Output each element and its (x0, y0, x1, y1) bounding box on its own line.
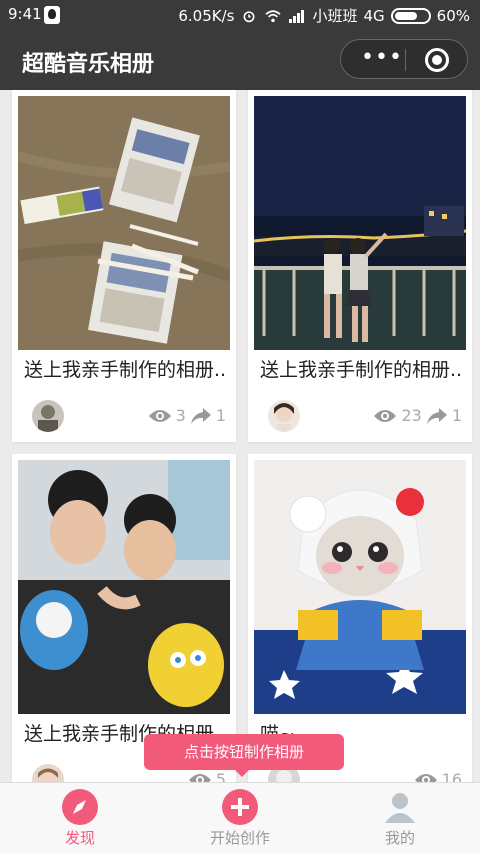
album-card[interactable]: 送上我亲手制作的相册.. 3 1 (12, 90, 236, 442)
view-count: 5 (215, 770, 226, 782)
wifi-icon (265, 9, 282, 22)
battery-icon (390, 7, 431, 24)
album-title: 送上我亲手制作的相册.. (260, 359, 463, 381)
album-card[interactable]: 送上我亲手制作的相册.. 23 1 (248, 90, 472, 442)
view-count: 23 (401, 406, 422, 425)
miniprogram-capsule: ••• (340, 39, 468, 79)
eye-icon (188, 773, 211, 782)
nav-bar: 超酷音乐相册 ••• (0, 30, 480, 90)
compass-icon (62, 789, 98, 825)
qq-notification-icon (44, 6, 60, 24)
plus-icon (222, 789, 258, 825)
album-cover-image[interactable] (254, 460, 466, 714)
eye-icon (414, 773, 437, 782)
network-speed: 6.05K/s (178, 6, 235, 25)
tab-label: 开始创作 (209, 829, 270, 847)
album-cover-image[interactable] (18, 96, 230, 350)
album-card[interactable]: 送上我亲手制作的相册.. 5 (12, 454, 236, 782)
share-icon (426, 407, 447, 424)
carrier: 小班班 (312, 7, 358, 25)
view-count: 16 (441, 770, 462, 782)
author-avatar[interactable] (32, 764, 64, 782)
signal-icon (289, 9, 305, 23)
author-avatar[interactable] (32, 400, 64, 432)
share-count: 1 (215, 406, 226, 425)
album-stats: 5 (188, 770, 226, 782)
page-title: 超酷音乐相册 (22, 52, 155, 77)
network-type: 4G (363, 6, 385, 25)
more-button[interactable]: ••• (359, 40, 405, 80)
album-stats: 16 (414, 770, 462, 782)
bottom-tab-bar: 发现 开始创作 我的 (0, 782, 480, 853)
album-title: 送上我亲手制作的相册.. (24, 359, 227, 381)
tab-label: 我的 (384, 829, 415, 847)
album-stats: 3 1 (148, 406, 226, 425)
tab-discover[interactable]: 发现 (0, 783, 160, 853)
tab-create[interactable]: 开始创作 (160, 783, 320, 853)
user-icon (382, 789, 418, 825)
status-time: 9:41 (8, 5, 42, 23)
eye-icon (148, 409, 171, 422)
album-stats: 23 1 (373, 406, 462, 425)
album-cover-image[interactable] (18, 460, 230, 714)
capsule-divider (405, 49, 406, 71)
battery-percent: 60% (436, 6, 470, 25)
close-miniprogram-button[interactable] (425, 48, 449, 72)
album-cover-image[interactable] (254, 96, 466, 350)
share-count: 1 (451, 406, 462, 425)
status-bar: 9:41 6.05K/s 小班班 4G 60% (0, 0, 480, 30)
album-grid: 送上我亲手制作的相册.. 3 1 送上我亲手制作的相册.. 23 1 送上我亲手… (0, 90, 480, 782)
status-right: 6.05K/s 小班班 4G 60% (178, 5, 470, 26)
create-album-tooltip: 点击按钮制作相册 (144, 734, 344, 777)
author-avatar[interactable] (268, 400, 300, 432)
view-count: 3 (175, 406, 186, 425)
eye-icon (374, 409, 397, 422)
album-card[interactable]: 喵~ 16 (248, 454, 472, 782)
tab-label: 发现 (64, 829, 95, 847)
alarm-icon (244, 10, 255, 22)
share-icon (190, 407, 211, 424)
tab-mine[interactable]: 我的 (320, 783, 480, 853)
